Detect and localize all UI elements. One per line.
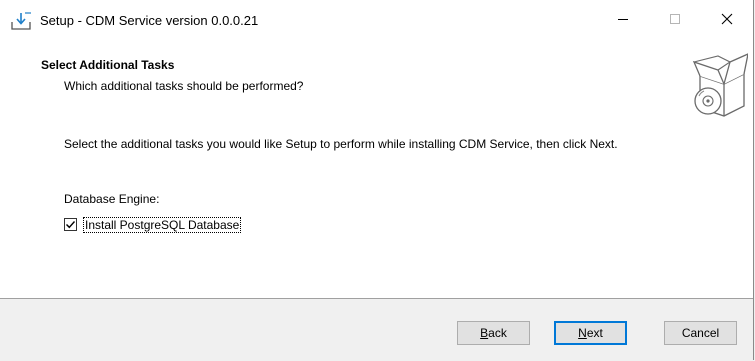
next-button[interactable]: Next [554, 321, 627, 345]
maximize-icon [669, 13, 681, 28]
instructions-text: Select the additional tasks you would li… [64, 137, 618, 151]
close-button[interactable] [704, 0, 750, 40]
page-title: Select Additional Tasks [41, 58, 175, 72]
window-title: Setup - CDM Service version 0.0.0.21 [40, 13, 259, 28]
minimize-button[interactable] [600, 0, 646, 40]
setup-window: Setup - CDM Service version 0.0.0.21 Sel… [0, 0, 754, 360]
database-engine-label: Database Engine: [64, 192, 160, 206]
wizard-footer: Back Next Cancel [0, 299, 753, 360]
next-label-rest: ext [586, 326, 603, 340]
next-accel: N [578, 326, 587, 340]
software-box-icon [690, 48, 749, 118]
back-label-rest: ack [488, 326, 507, 340]
install-postgresql-checkbox[interactable] [64, 218, 77, 231]
title-bar[interactable]: Setup - CDM Service version 0.0.0.21 [0, 0, 753, 40]
setup-download-icon [11, 11, 33, 31]
task-install-postgresql[interactable]: Install PostgreSQL Database [64, 216, 242, 233]
page-subtitle: Which additional tasks should be perform… [64, 79, 304, 93]
checkmark-icon [66, 221, 76, 229]
back-button[interactable]: Back [457, 321, 530, 345]
wizard-content: Select the additional tasks you would li… [0, 118, 753, 298]
minimize-icon [617, 13, 629, 28]
cancel-button[interactable]: Cancel [664, 321, 737, 345]
install-postgresql-label[interactable]: Install PostgreSQL Database [83, 216, 242, 233]
maximize-button[interactable] [652, 0, 698, 40]
close-icon [721, 13, 733, 28]
back-accel: B [480, 326, 489, 340]
wizard-header: Select Additional Tasks Which additional… [0, 40, 753, 118]
